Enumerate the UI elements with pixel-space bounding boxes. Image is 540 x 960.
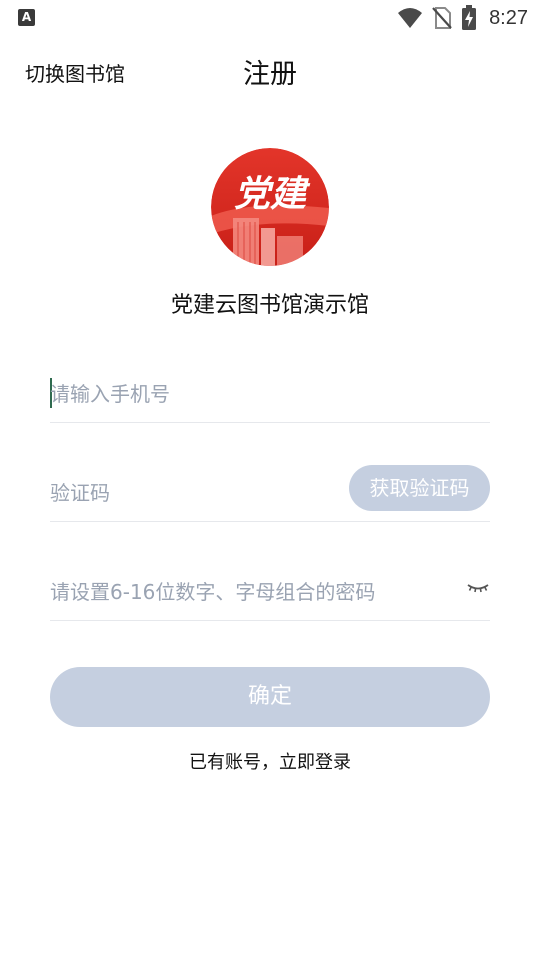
verification-code-input[interactable]: [50, 473, 330, 513]
get-code-button[interactable]: 获取验证码: [349, 465, 490, 511]
status-bar: A 8:27: [0, 0, 540, 36]
no-sim-icon: [432, 7, 452, 29]
status-icons: 8:27: [397, 5, 528, 31]
code-field: 获取验证码: [50, 465, 490, 522]
header: 切换图书馆 注册: [0, 42, 540, 98]
logo-text: 党建: [234, 174, 311, 215]
phone-input[interactable]: [50, 374, 480, 414]
keyboard-a-icon: A: [18, 9, 35, 26]
login-link[interactable]: 已有账号，立即登录: [0, 748, 540, 774]
battery-charging-icon: [462, 5, 477, 30]
status-time: 8:27: [489, 6, 528, 29]
phone-field: [50, 366, 490, 423]
page-title: 注册: [243, 59, 297, 90]
password-field: [50, 564, 490, 621]
wifi-icon: [398, 8, 423, 28]
confirm-button[interactable]: 确定: [50, 667, 490, 727]
party-building-logo: 党建: [211, 148, 329, 266]
password-input[interactable]: [50, 572, 450, 612]
library-name: 党建云图书馆演示馆: [170, 293, 369, 318]
eye-closed-icon[interactable]: [466, 576, 490, 598]
